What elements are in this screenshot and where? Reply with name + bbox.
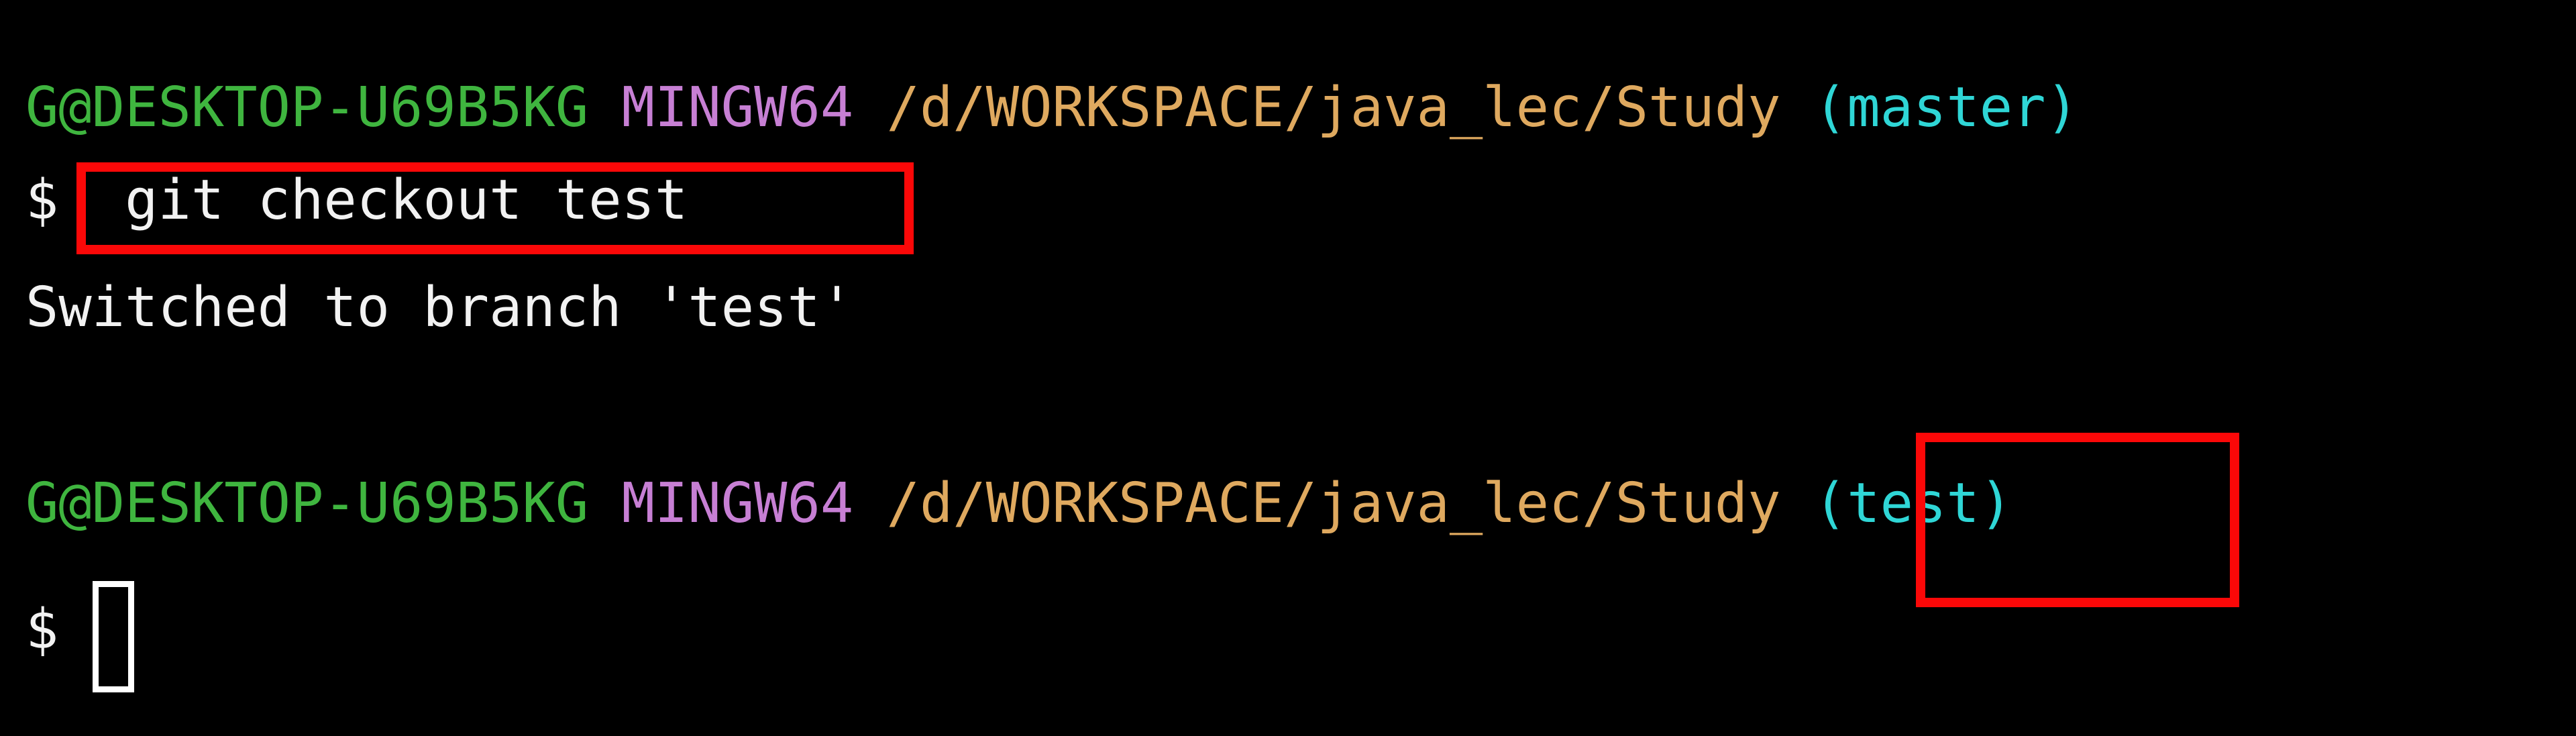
prompt-user-host: G@DESKTOP-U69B5KG xyxy=(25,472,589,535)
command-input-line[interactable]: $ git checkout test xyxy=(25,173,688,228)
prompt-line-master: G@DESKTOP-U69B5KG MINGW64 /d/WORKSPACE/j… xyxy=(25,81,2079,136)
prompt-git-branch-master: (master) xyxy=(1813,76,2079,140)
prompt-working-directory: /d/WORKSPACE/java_lec/Study xyxy=(886,76,1781,140)
command-output-switched-to-branch: Switched to branch 'test' xyxy=(25,276,854,339)
terminal-window[interactable]: G@DESKTOP-U69B5KG MINGW64 /d/WORKSPACE/j… xyxy=(0,0,2576,736)
prompt-line-test: G@DESKTOP-U69B5KG MINGW64 /d/WORKSPACE/j… xyxy=(25,476,2012,531)
command-gap xyxy=(58,168,125,232)
final-prompt-dollar-symbol: $ xyxy=(25,598,59,662)
prompt-git-branch-test: (test) xyxy=(1813,472,2013,535)
prompt-shell-tag: MINGW64 xyxy=(621,76,854,140)
prompt-working-directory: /d/WORKSPACE/java_lec/Study xyxy=(886,472,1781,535)
command-text-git-checkout-test[interactable]: git checkout test xyxy=(125,168,688,232)
terminal-cursor-block[interactable] xyxy=(93,581,134,692)
prompt-user-host: G@DESKTOP-U69B5KG xyxy=(25,76,589,140)
prompt-shell-tag: MINGW64 xyxy=(621,472,854,535)
prompt-dollar-symbol: $ xyxy=(25,168,59,232)
